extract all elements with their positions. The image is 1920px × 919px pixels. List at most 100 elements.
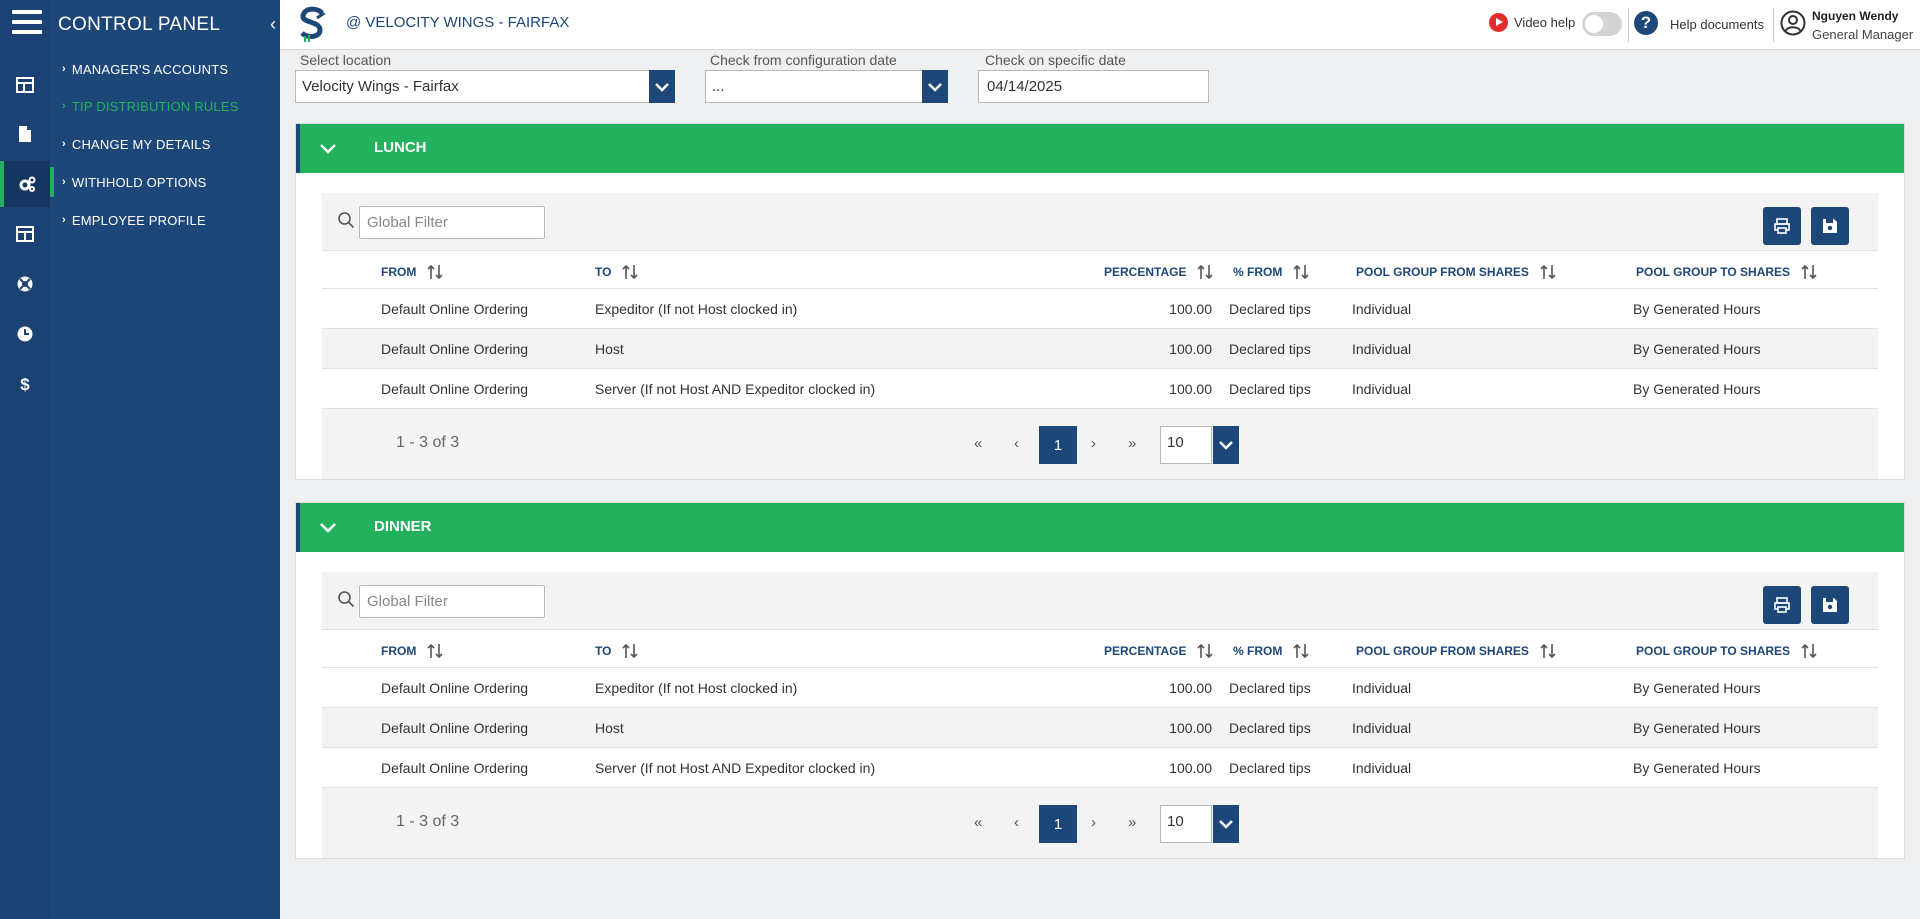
- sidebar-item-withhold-options[interactable]: › WITHHOLD OPTIONS: [50, 167, 280, 197]
- cell-to: Host: [595, 720, 624, 736]
- table-row[interactable]: Default Online Ordering Host Declared tips…: [322, 329, 1878, 369]
- next-page-button[interactable]: ›: [1091, 435, 1096, 452]
- video-help-toggle[interactable]: [1582, 12, 1622, 36]
- table-header-row: FROM TO PERCENTAGE % FROM POOL GROUP FROM SH…: [322, 630, 1878, 668]
- first-page-button[interactable]: «: [974, 814, 982, 831]
- cell-pct-from: Declared tips: [1229, 381, 1311, 397]
- column-header-pool-from[interactable]: POOL GROUP FROM SHARES: [1356, 263, 1557, 281]
- gears-icon[interactable]: [0, 161, 50, 207]
- cell-pool-to: By Generated Hours: [1633, 341, 1761, 357]
- document-icon[interactable]: [0, 111, 50, 157]
- chevron-down-icon[interactable]: [318, 138, 338, 158]
- sort-icon[interactable]: [1292, 263, 1310, 281]
- cell-percentage: 100.00: [1169, 341, 1212, 357]
- column-header-pct-from[interactable]: % FROM: [1233, 263, 1310, 281]
- cell-from: Default Online Ordering: [381, 760, 529, 776]
- dollar-icon[interactable]: $: [0, 361, 50, 407]
- first-page-button[interactable]: «: [974, 435, 982, 452]
- search-icon: [338, 212, 355, 229]
- location-label: Select location: [300, 52, 392, 68]
- config-date-label: Check from configuration date: [710, 52, 897, 68]
- chevron-down-icon[interactable]: [649, 70, 675, 103]
- search-icon: [338, 591, 355, 608]
- sidebar-item-employee-profile[interactable]: › EMPLOYEE PROFILE: [50, 205, 280, 235]
- help-documents-link[interactable]: Help documents: [1670, 17, 1764, 32]
- print-button[interactable]: [1763, 207, 1801, 245]
- app-logo-icon: [300, 6, 326, 42]
- pagination-info: 1 - 3 of 3: [396, 813, 460, 830]
- last-page-button[interactable]: »: [1128, 435, 1136, 452]
- current-page-button[interactable]: 1: [1039, 426, 1077, 464]
- cell-from: Default Online Ordering: [381, 720, 529, 736]
- table-row[interactable]: Default Online Ordering Host Declared tips…: [322, 708, 1878, 748]
- column-header-to[interactable]: TO: [595, 642, 639, 660]
- chevron-down-icon[interactable]: [1213, 426, 1239, 464]
- sort-icon[interactable]: [426, 642, 444, 660]
- chevron-down-icon[interactable]: [1213, 805, 1239, 843]
- column-header-pool-to[interactable]: POOL GROUP TO SHARES: [1636, 642, 1818, 660]
- user-role: General Manager: [1812, 27, 1914, 42]
- hamburger-menu-icon[interactable]: [12, 10, 42, 40]
- column-header-percentage[interactable]: PERCENTAGE: [1104, 642, 1214, 660]
- sidebar-item-managers-accounts[interactable]: › MANAGER'S ACCOUNTS: [50, 54, 280, 84]
- sort-icon[interactable]: [1539, 263, 1557, 281]
- sort-icon[interactable]: [621, 263, 639, 281]
- location-select[interactable]: Velocity Wings - Fairfax: [295, 70, 675, 103]
- specific-date-input[interactable]: 04/14/2025: [978, 70, 1209, 103]
- sidebar-item-tip-distribution-rules[interactable]: › TIP DISTRIBUTION RULES: [50, 91, 280, 121]
- column-header-pool-from[interactable]: POOL GROUP FROM SHARES: [1356, 642, 1557, 660]
- table-header-row: FROM TO PERCENTAGE % FROM POOL GROUP FROM SH…: [322, 251, 1878, 289]
- sort-icon[interactable]: [621, 642, 639, 660]
- section-header[interactable]: DINNER: [296, 503, 1904, 552]
- save-button[interactable]: [1811, 586, 1849, 624]
- global-filter-input[interactable]: Global Filter: [359, 206, 545, 239]
- global-filter-input[interactable]: Global Filter: [359, 585, 545, 618]
- previous-page-button[interactable]: ‹: [1014, 814, 1019, 831]
- question-mark-icon[interactable]: ?: [1634, 11, 1658, 35]
- table-row[interactable]: Default Online Ordering Expeditor (If not…: [322, 668, 1878, 708]
- cell-pct-from: Declared tips: [1229, 680, 1311, 696]
- chevron-right-icon: ›: [62, 176, 66, 188]
- config-date-select[interactable]: ...: [705, 70, 948, 103]
- floppy-disk-icon: [1823, 598, 1837, 612]
- rows-per-page-select[interactable]: 10: [1160, 426, 1212, 464]
- sort-icon[interactable]: [426, 263, 444, 281]
- column-header-pool-to[interactable]: POOL GROUP TO SHARES: [1636, 263, 1818, 281]
- sort-icon[interactable]: [1800, 642, 1818, 660]
- current-page-button[interactable]: 1: [1039, 805, 1077, 843]
- collapse-sidebar-icon[interactable]: ‹: [270, 14, 276, 35]
- table-row[interactable]: Default Online Ordering Server (If not Ho…: [322, 748, 1878, 788]
- save-button[interactable]: [1811, 207, 1849, 245]
- svg-text:$: $: [20, 375, 30, 393]
- video-help-link[interactable]: Video help: [1489, 13, 1575, 32]
- column-header-pct-from[interactable]: % FROM: [1233, 642, 1310, 660]
- chevron-down-icon[interactable]: [318, 517, 338, 537]
- table-row[interactable]: Default Online Ordering Expeditor (If not…: [322, 289, 1878, 329]
- user-avatar-icon[interactable]: [1780, 10, 1806, 36]
- previous-page-button[interactable]: ‹: [1014, 435, 1019, 452]
- section-header[interactable]: LUNCH: [296, 124, 1904, 173]
- cell-percentage: 100.00: [1169, 301, 1212, 317]
- table-icon[interactable]: [0, 211, 50, 257]
- sort-icon[interactable]: [1539, 642, 1557, 660]
- table-row[interactable]: Default Online Ordering Server (If not Ho…: [322, 369, 1878, 409]
- lifebuoy-icon[interactable]: [0, 261, 50, 307]
- rows-per-page-select[interactable]: 10: [1160, 805, 1212, 843]
- clock-icon[interactable]: [0, 311, 50, 357]
- next-page-button[interactable]: ›: [1091, 814, 1096, 831]
- last-page-button[interactable]: »: [1128, 814, 1136, 831]
- layout-icon[interactable]: [0, 62, 50, 108]
- column-header-from[interactable]: FROM: [381, 642, 444, 660]
- sort-icon[interactable]: [1800, 263, 1818, 281]
- sort-icon[interactable]: [1196, 642, 1214, 660]
- sidebar-item-change-my-details[interactable]: › CHANGE MY DETAILS: [50, 129, 280, 159]
- column-header-from[interactable]: FROM: [381, 263, 444, 281]
- sort-icon[interactable]: [1292, 642, 1310, 660]
- sort-icon[interactable]: [1196, 263, 1214, 281]
- user-name: Nguyen Wendy: [1812, 9, 1899, 23]
- chevron-down-icon[interactable]: [922, 70, 948, 103]
- column-header-to[interactable]: TO: [595, 263, 639, 281]
- cell-percentage: 100.00: [1169, 381, 1212, 397]
- column-header-percentage[interactable]: PERCENTAGE: [1104, 263, 1214, 281]
- print-button[interactable]: [1763, 586, 1801, 624]
